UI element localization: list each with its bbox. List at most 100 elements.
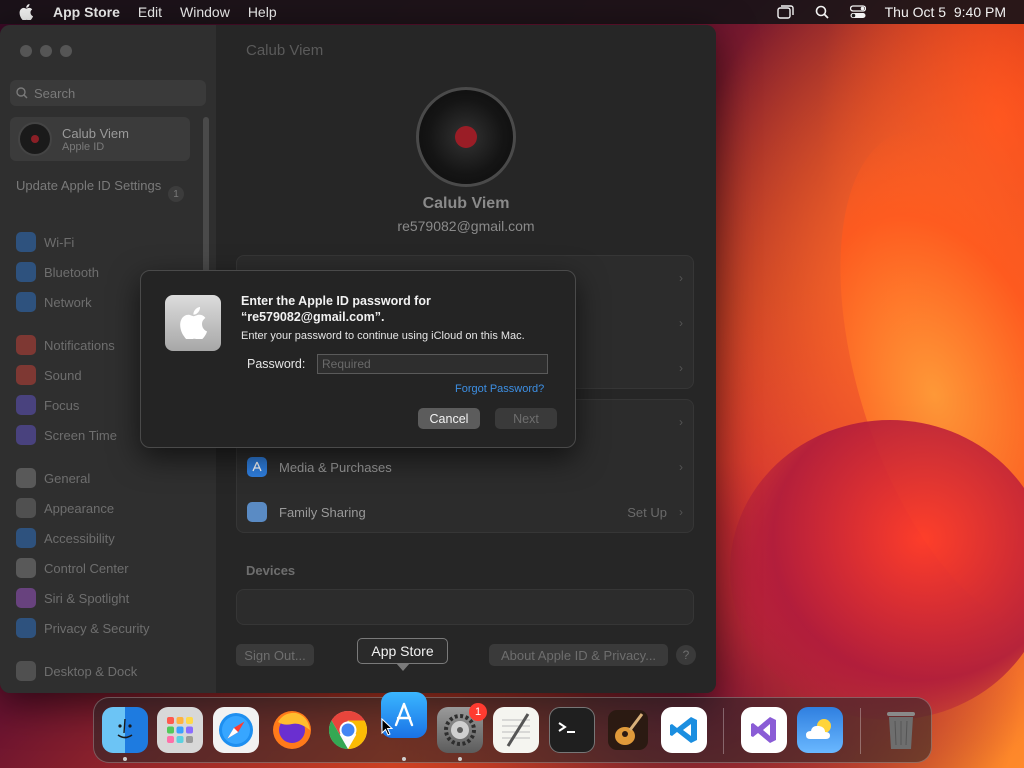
running-indicator [458,757,462,761]
chevron-right-icon: › [679,316,683,330]
bluetooth-icon [16,262,36,282]
sidebar-item-bluetooth[interactable]: Bluetooth [16,262,99,282]
chevron-right-icon: › [679,460,683,474]
menu-edit[interactable]: Edit [138,4,162,20]
chevron-right-icon: › [679,505,683,519]
help-button[interactable]: ? [676,645,696,665]
account-name: Calub Viem [62,125,129,141]
about-apple-id-privacy-button[interactable]: About Apple ID & Privacy... [489,644,668,666]
control-center-icon[interactable] [849,4,867,20]
sidebar-item-focus[interactable]: Focus [16,395,79,415]
sidebar-item-control-center[interactable]: Control Center [16,558,129,578]
devices-heading: Devices [246,563,296,578]
sign-out-button[interactable]: Sign Out... [236,644,314,666]
finder-icon[interactable] [102,707,148,753]
minimize-window-button[interactable] [40,45,52,57]
sidebar-item-network[interactable]: Network [16,292,92,312]
account-subtitle: Apple ID [62,140,105,153]
media-purchases-row[interactable]: Media & Purchases › [237,445,695,489]
app-store-icon [247,457,267,477]
media-purchases-label: Media & Purchases [279,459,392,475]
next-button[interactable]: Next [495,408,557,429]
running-indicator [123,757,127,761]
accessibility-icon [16,528,36,548]
general-icon [16,468,36,488]
profile-name: Calub Viem [422,195,510,212]
screen-time-icon [16,425,36,445]
privacy-hand-icon [16,618,36,638]
wallpaper-wave [730,420,1024,720]
profile-email: re579082@gmail.com [397,218,535,234]
tooltip-tail [396,663,410,671]
textedit-icon[interactable] [493,707,539,753]
system-settings-icon[interactable]: 1 [437,703,487,753]
update-apple-id-settings[interactable]: Update Apple ID Settings [16,178,166,194]
sidebar-item-sound[interactable]: Sound [16,365,82,385]
dialog-message: Enter your password to continue using iC… [241,330,525,342]
sound-icon [16,365,36,385]
vscode-icon[interactable] [661,707,707,753]
chrome-icon[interactable] [325,707,371,753]
garageband-icon[interactable] [605,707,651,753]
network-icon [16,292,36,312]
focus-icon [16,395,36,415]
sidebar-item-privacy-security[interactable]: Privacy & Security [16,618,149,638]
password-label: Password: [247,357,306,371]
sidebar-item-desktop-dock[interactable]: Desktop & Dock [16,661,137,681]
apple-id-password-dialog: Enter the Apple ID password for “re57908… [140,270,576,448]
window-controls [20,45,72,57]
chevron-right-icon: › [679,361,683,375]
apple-menu-icon[interactable] [19,4,35,20]
sidebar-item-siri-spotlight[interactable]: Siri & Spotlight [16,588,129,608]
menu-bar: App Store Edit Window Help Thu Oct 5 9:4… [0,0,1024,24]
family-sharing-icon [247,502,267,522]
dialog-title: Enter the Apple ID password for “re57908… [241,294,431,324]
firefox-icon[interactable] [269,707,315,753]
notifications-icon [16,335,36,355]
chevron-right-icon: › [679,415,683,429]
clock[interactable]: Thu Oct 5 9:40 PM [885,4,1006,20]
sidebar-item-appearance[interactable]: Appearance [16,498,114,518]
password-field[interactable] [317,354,548,374]
avatar [18,122,52,156]
menu-help[interactable]: Help [248,4,277,20]
sidebar-item-general[interactable]: General [16,468,90,488]
dock: 1 [93,692,932,763]
sidebar-apple-id-account[interactable]: Calub Viem Apple ID [10,117,190,161]
menu-window[interactable]: Window [180,4,230,20]
safari-icon[interactable] [213,707,259,753]
sidebar-item-wifi[interactable]: Wi-Fi [16,232,74,252]
sidebar-item-accessibility[interactable]: Accessibility [16,528,115,548]
dock-separator [723,708,724,754]
sidebar-search[interactable]: Search [10,80,206,106]
family-sharing-label: Family Sharing [279,504,366,520]
forgot-password-link[interactable]: Forgot Password? [455,383,544,395]
trash-icon[interactable] [878,707,924,753]
sidebar-scrollbar[interactable] [203,117,209,277]
terminal-icon[interactable] [549,707,595,753]
menu-app-name[interactable]: App Store [53,4,120,20]
zoom-window-button[interactable] [60,45,72,57]
sidebar-item-screen-time[interactable]: Screen Time [16,425,117,445]
running-indicator [402,757,406,761]
profile-avatar[interactable] [416,87,516,187]
spotlight-search-icon[interactable] [813,4,831,20]
sidebar-item-notifications[interactable]: Notifications [16,335,115,355]
desktop-dock-icon [16,661,36,681]
cancel-button[interactable]: Cancel [418,408,480,429]
search-icon [16,87,28,99]
visual-studio-icon[interactable] [741,707,787,753]
family-sharing-setup: Set Up [627,504,667,520]
search-placeholder: Search [34,85,76,101]
stage-manager-icon[interactable] [776,4,795,20]
wifi-icon [16,232,36,252]
siri-icon [16,588,36,608]
control-center-icon [16,558,36,578]
appearance-icon [16,498,36,518]
launchpad-icon[interactable] [157,707,203,753]
family-sharing-row[interactable]: Family Sharing Set Up › [237,490,695,534]
dock-separator [860,708,861,754]
weather-icon[interactable] [797,707,843,753]
devices-list [236,589,694,625]
close-window-button[interactable] [20,45,32,57]
